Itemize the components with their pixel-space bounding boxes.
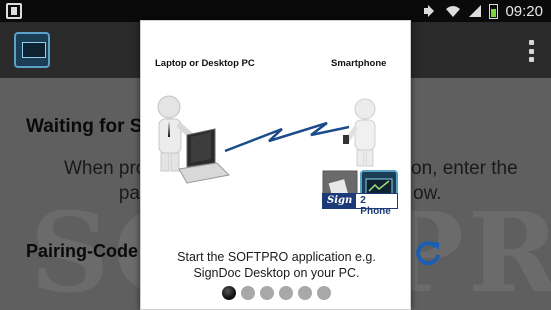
overflow-menu-icon[interactable] xyxy=(529,40,535,62)
caption-line-1: Start the SOFTPRO application e.g. xyxy=(177,250,376,264)
instruction-text-right: on, enter the ow. xyxy=(411,156,531,206)
laptop-label: Laptop or Desktop PC xyxy=(155,58,255,69)
page-dot-5[interactable] xyxy=(298,286,312,300)
wireless-signal-line xyxy=(224,121,350,153)
notification-icon xyxy=(6,3,22,19)
tutorial-dialog: Laptop or Desktop PC Smartphone Sign 2 P… xyxy=(140,20,411,310)
instruction-right-line1: on, enter the xyxy=(411,158,518,179)
page-dot-3[interactable] xyxy=(260,286,274,300)
instruction-text-left: When prom pa xyxy=(64,156,140,206)
phone-logo-part: 2 Phone xyxy=(356,194,397,217)
person-with-smartphone-figure xyxy=(343,98,376,167)
caption-line-2: SignDoc Desktop on your PC. xyxy=(193,266,360,280)
refresh-icon[interactable] xyxy=(414,239,442,267)
laptop-figure xyxy=(178,128,231,184)
instruction-right-line2: ow. xyxy=(413,183,442,204)
wifi-icon xyxy=(446,6,461,17)
tutorial-caption: Start the SOFTPRO application e.g. SignD… xyxy=(141,249,412,281)
page-dot-4[interactable] xyxy=(279,286,293,300)
page-dot-1[interactable] xyxy=(222,286,236,300)
page-dot-6[interactable] xyxy=(317,286,331,300)
pairing-code-label: Pairing-Code xyxy=(26,241,139,261)
battery-icon xyxy=(489,3,499,19)
page-indicator xyxy=(222,286,331,300)
signdoc-app-icon[interactable] xyxy=(14,32,50,68)
status-time: 09:20 xyxy=(505,2,543,20)
status-icons: 09:20 xyxy=(424,2,543,20)
smartphone-label: Smartphone xyxy=(331,58,387,69)
page-dot-2[interactable] xyxy=(241,286,255,300)
sign2phone-logo: Sign 2 Phone xyxy=(322,193,398,217)
instruction-left-line1: When prom xyxy=(64,158,140,179)
waiting-title: Waiting for S xyxy=(26,116,143,137)
sign-logo-part: Sign xyxy=(323,194,357,208)
signal-icon xyxy=(469,5,482,17)
status-bar: 09:20 xyxy=(0,0,551,22)
menu-dot xyxy=(529,57,534,62)
mute-icon xyxy=(424,5,438,17)
instruction-left-line2: pa xyxy=(118,183,140,204)
menu-dot xyxy=(529,48,534,54)
menu-dot xyxy=(529,40,534,45)
